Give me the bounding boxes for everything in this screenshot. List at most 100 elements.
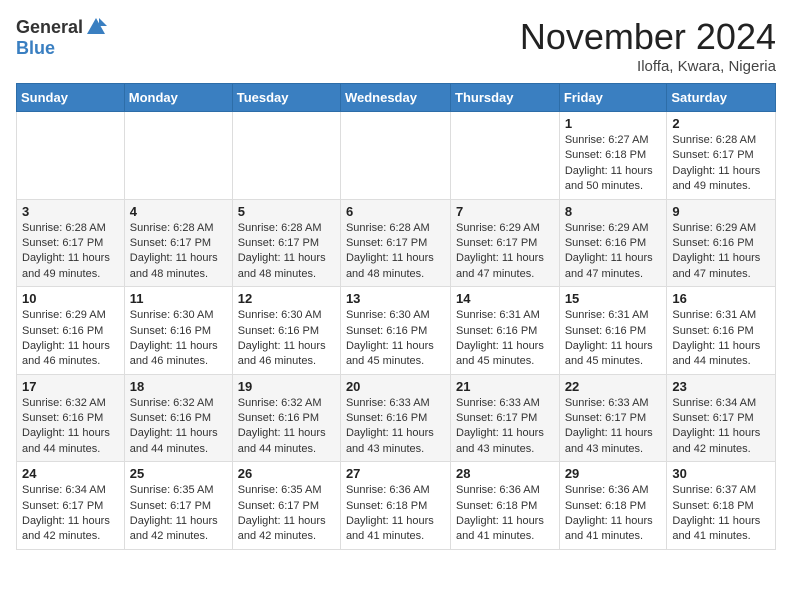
day-number: 5	[238, 204, 335, 219]
day-info: Sunrise: 6:31 AM Sunset: 6:16 PM Dayligh…	[672, 308, 770, 370]
calendar-cell: 7 Sunrise: 6:29 AM Sunset: 6:17 PM Daylig…	[451, 199, 560, 287]
day-info: Sunrise: 6:36 AM Sunset: 6:18 PM Dayligh…	[346, 483, 445, 545]
calendar-cell: 14Sunrise: 6:31 AM Sunset: 6:16 PM Dayli…	[451, 287, 560, 375]
calendar-cell: 4Sunrise: 6:28 AM Sunset: 6:17 PM Daylig…	[124, 199, 232, 287]
calendar-cell: 20Sunrise: 6:33 AM Sunset: 6:16 PM Dayli…	[340, 374, 450, 462]
location: Iloffa, Kwara, Nigeria	[520, 58, 776, 75]
calendar-cell: 12Sunrise: 6:30 AM Sunset: 6:16 PM Dayli…	[232, 287, 340, 375]
calendar-cell: 25Sunrise: 6:35 AM Sunset: 6:17 PM Dayli…	[124, 462, 232, 550]
day-info: Sunrise: 6:37 AM Sunset: 6:18 PM Dayligh…	[672, 483, 770, 545]
logo-general: General	[16, 17, 83, 38]
calendar-week-1: 1 Sunrise: 6:27 AM Sunset: 6:18 PM Daylig…	[17, 112, 776, 200]
day-number: 26	[238, 466, 335, 481]
calendar-body: 1 Sunrise: 6:27 AM Sunset: 6:18 PM Daylig…	[17, 112, 776, 550]
header-thursday: Thursday	[451, 84, 560, 112]
calendar-cell: 1 Sunrise: 6:27 AM Sunset: 6:18 PM Daylig…	[559, 112, 667, 200]
day-info: Sunrise: 6:29 AM Sunset: 6:16 PM Dayligh…	[672, 221, 770, 283]
day-info: Sunrise: 6:29 AM Sunset: 6:16 PM Dayligh…	[565, 221, 662, 283]
day-number: 21	[456, 379, 554, 394]
calendar-cell	[451, 112, 560, 200]
day-number: 27	[346, 466, 445, 481]
day-info: Sunrise: 6:33 AM Sunset: 6:17 PM Dayligh…	[565, 396, 662, 458]
calendar-cell: 27 Sunrise: 6:36 AM Sunset: 6:18 PM Dayli…	[340, 462, 450, 550]
day-number: 2	[672, 116, 770, 131]
calendar-cell: 24 Sunrise: 6:34 AM Sunset: 6:17 PM Dayli…	[17, 462, 125, 550]
calendar-cell: 5 Sunrise: 6:28 AM Sunset: 6:17 PM Daylig…	[232, 199, 340, 287]
header-sunday: Sunday	[17, 84, 125, 112]
day-number: 25	[130, 466, 227, 481]
day-info: Sunrise: 6:36 AM Sunset: 6:18 PM Dayligh…	[565, 483, 662, 545]
calendar-cell: 18 Sunrise: 6:32 AM Sunset: 6:16 PM Dayli…	[124, 374, 232, 462]
calendar-cell: 13 Sunrise: 6:30 AM Sunset: 6:16 PM Dayli…	[340, 287, 450, 375]
calendar-cell: 6Sunrise: 6:28 AM Sunset: 6:17 PM Daylig…	[340, 199, 450, 287]
calendar: SundayMondayTuesdayWednesdayThursdayFrid…	[16, 83, 776, 550]
day-number: 1	[565, 116, 662, 131]
calendar-cell: 9Sunrise: 6:29 AM Sunset: 6:16 PM Daylig…	[667, 199, 776, 287]
logo: General Blue	[16, 16, 107, 59]
day-number: 29	[565, 466, 662, 481]
calendar-cell: 26 Sunrise: 6:35 AM Sunset: 6:17 PM Dayli…	[232, 462, 340, 550]
day-info: Sunrise: 6:35 AM Sunset: 6:17 PM Dayligh…	[238, 483, 335, 545]
day-number: 18	[130, 379, 227, 394]
header-friday: Friday	[559, 84, 667, 112]
day-info: Sunrise: 6:28 AM Sunset: 6:17 PM Dayligh…	[346, 221, 445, 283]
calendar-header: SundayMondayTuesdayWednesdayThursdayFrid…	[17, 84, 776, 112]
day-number: 10	[22, 291, 119, 306]
calendar-cell: 28 Sunrise: 6:36 AM Sunset: 6:18 PM Dayli…	[451, 462, 560, 550]
calendar-cell: 3 Sunrise: 6:28 AM Sunset: 6:17 PM Daylig…	[17, 199, 125, 287]
day-info: Sunrise: 6:30 AM Sunset: 6:16 PM Dayligh…	[346, 308, 445, 370]
day-info: Sunrise: 6:32 AM Sunset: 6:16 PM Dayligh…	[238, 396, 335, 458]
calendar-cell: 21 Sunrise: 6:33 AM Sunset: 6:17 PM Dayli…	[451, 374, 560, 462]
day-info: Sunrise: 6:31 AM Sunset: 6:16 PM Dayligh…	[565, 308, 662, 370]
day-number: 20	[346, 379, 445, 394]
calendar-cell: 19Sunrise: 6:32 AM Sunset: 6:16 PM Dayli…	[232, 374, 340, 462]
calendar-week-2: 3 Sunrise: 6:28 AM Sunset: 6:17 PM Daylig…	[17, 199, 776, 287]
calendar-cell	[232, 112, 340, 200]
day-info: Sunrise: 6:27 AM Sunset: 6:18 PM Dayligh…	[565, 133, 662, 195]
day-info: Sunrise: 6:29 AM Sunset: 6:17 PM Dayligh…	[456, 221, 554, 283]
calendar-cell: 22 Sunrise: 6:33 AM Sunset: 6:17 PM Dayli…	[559, 374, 667, 462]
day-number: 14	[456, 291, 554, 306]
day-number: 13	[346, 291, 445, 306]
day-info: Sunrise: 6:29 AM Sunset: 6:16 PM Dayligh…	[22, 308, 119, 370]
day-number: 11	[130, 291, 227, 306]
day-number: 7	[456, 204, 554, 219]
day-number: 3	[22, 204, 119, 219]
calendar-cell: 23Sunrise: 6:34 AM Sunset: 6:17 PM Dayli…	[667, 374, 776, 462]
month-title: November 2024	[520, 16, 776, 58]
day-info: Sunrise: 6:32 AM Sunset: 6:16 PM Dayligh…	[22, 396, 119, 458]
header-wednesday: Wednesday	[340, 84, 450, 112]
title-block: November 2024 Iloffa, Kwara, Nigeria	[520, 16, 776, 75]
logo-icon	[85, 16, 107, 38]
day-number: 28	[456, 466, 554, 481]
header-monday: Monday	[124, 84, 232, 112]
calendar-cell: 11Sunrise: 6:30 AM Sunset: 6:16 PM Dayli…	[124, 287, 232, 375]
calendar-cell: 16 Sunrise: 6:31 AM Sunset: 6:16 PM Dayli…	[667, 287, 776, 375]
day-number: 16	[672, 291, 770, 306]
day-info: Sunrise: 6:34 AM Sunset: 6:17 PM Dayligh…	[22, 483, 119, 545]
day-info: Sunrise: 6:34 AM Sunset: 6:17 PM Dayligh…	[672, 396, 770, 458]
day-number: 22	[565, 379, 662, 394]
logo-blue: Blue	[16, 38, 55, 59]
calendar-cell: 30 Sunrise: 6:37 AM Sunset: 6:18 PM Dayli…	[667, 462, 776, 550]
calendar-cell: 15 Sunrise: 6:31 AM Sunset: 6:16 PM Dayli…	[559, 287, 667, 375]
calendar-cell: 2 Sunrise: 6:28 AM Sunset: 6:17 PM Daylig…	[667, 112, 776, 200]
calendar-cell: 17Sunrise: 6:32 AM Sunset: 6:16 PM Dayli…	[17, 374, 125, 462]
calendar-week-4: 17Sunrise: 6:32 AM Sunset: 6:16 PM Dayli…	[17, 374, 776, 462]
day-info: Sunrise: 6:30 AM Sunset: 6:16 PM Dayligh…	[238, 308, 335, 370]
day-number: 4	[130, 204, 227, 219]
day-info: Sunrise: 6:28 AM Sunset: 6:17 PM Dayligh…	[672, 133, 770, 195]
day-info: Sunrise: 6:33 AM Sunset: 6:17 PM Dayligh…	[456, 396, 554, 458]
calendar-cell	[17, 112, 125, 200]
day-info: Sunrise: 6:28 AM Sunset: 6:17 PM Dayligh…	[22, 221, 119, 283]
day-number: 15	[565, 291, 662, 306]
day-number: 30	[672, 466, 770, 481]
calendar-week-3: 10 Sunrise: 6:29 AM Sunset: 6:16 PM Dayli…	[17, 287, 776, 375]
day-number: 8	[565, 204, 662, 219]
calendar-cell: 8 Sunrise: 6:29 AM Sunset: 6:16 PM Daylig…	[559, 199, 667, 287]
day-info: Sunrise: 6:36 AM Sunset: 6:18 PM Dayligh…	[456, 483, 554, 545]
day-info: Sunrise: 6:32 AM Sunset: 6:16 PM Dayligh…	[130, 396, 227, 458]
day-info: Sunrise: 6:28 AM Sunset: 6:17 PM Dayligh…	[238, 221, 335, 283]
calendar-cell	[124, 112, 232, 200]
day-number: 24	[22, 466, 119, 481]
